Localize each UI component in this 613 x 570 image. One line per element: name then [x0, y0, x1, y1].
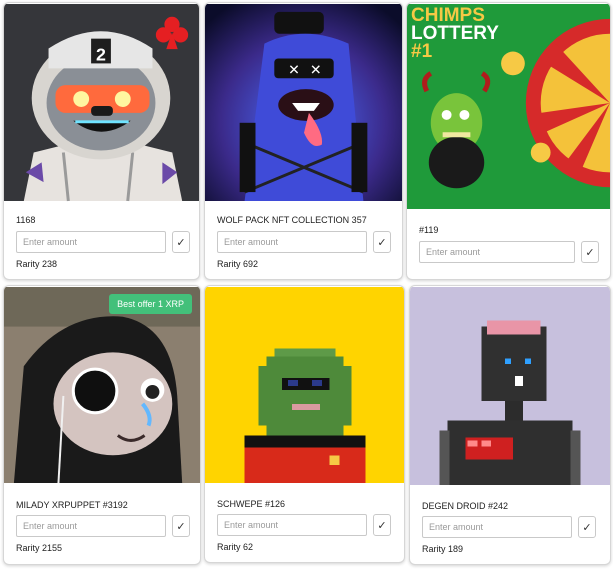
- confirm-button[interactable]: ✓: [581, 241, 599, 263]
- check-icon: ✓: [176, 236, 186, 249]
- schwepe-artwork: [205, 286, 404, 484]
- confirm-button[interactable]: ✓: [373, 514, 391, 536]
- club-suit-icon: [155, 16, 189, 50]
- rarity-label: Rarity 692: [217, 259, 259, 269]
- check-icon: ✓: [377, 236, 387, 249]
- amount-input[interactable]: [419, 241, 575, 263]
- confirm-button[interactable]: ✓: [172, 515, 190, 537]
- monster-artwork: ✕ ✕: [205, 4, 402, 202]
- svg-text:2: 2: [96, 44, 106, 64]
- nft-card-wolf-pack[interactable]: ✕ ✕ WOLF PACK NFT COLLECTION 357 ✓ Rarit…: [204, 2, 403, 280]
- nft-card-schwepe[interactable]: SCHWEPE #126 ✓ Rarity 62: [204, 285, 405, 563]
- svg-text:✕: ✕: [288, 61, 300, 77]
- amount-input[interactable]: [16, 515, 166, 537]
- rarity-label: Rarity 62: [217, 542, 254, 552]
- check-icon: ✓: [377, 519, 387, 532]
- amount-input[interactable]: [217, 231, 367, 253]
- nft-title: SCHWEPE #126: [217, 499, 286, 509]
- nft-card-degen-droid[interactable]: DEGEN DROID #242 ✓ Rarity 189: [409, 285, 611, 565]
- confirm-button[interactable]: ✓: [578, 516, 596, 538]
- nft-title: 1168: [16, 215, 36, 225]
- amount-input[interactable]: [422, 516, 572, 538]
- best-offer-badge[interactable]: Best offer 1 XRP: [109, 294, 192, 314]
- nft-title: MILADY XRPUPPET #3192: [16, 500, 128, 510]
- check-icon: ✓: [582, 521, 592, 534]
- nft-image-droid[interactable]: [410, 286, 610, 486]
- rarity-label: Rarity 189: [422, 544, 464, 554]
- nft-title: DEGEN DROID #242: [422, 501, 509, 511]
- confirm-button[interactable]: ✓: [373, 231, 391, 253]
- svg-text:✕: ✕: [310, 61, 322, 77]
- confirm-button[interactable]: ✓: [172, 231, 190, 253]
- rarity-label: Rarity 238: [16, 259, 58, 269]
- check-icon: ✓: [585, 246, 595, 259]
- droid-artwork: [410, 286, 610, 486]
- nft-title: WOLF PACK NFT COLLECTION 357: [217, 215, 367, 225]
- nft-image-milady[interactable]: Best offer 1 XRP: [4, 286, 200, 484]
- nft-image-chimps-lottery[interactable]: CHIMPS LOTTERY #1: [407, 3, 610, 210]
- nft-card-milady[interactable]: Best offer 1 XRP MILADY XRPUPPET #3192 ✓…: [3, 285, 201, 565]
- nft-image-schwepe[interactable]: [205, 286, 404, 484]
- amount-input[interactable]: [217, 514, 367, 536]
- nft-card-119[interactable]: CHIMPS LOTTERY #1 #119 ✓: [406, 2, 611, 280]
- amount-input[interactable]: [16, 231, 166, 253]
- nft-card-1168[interactable]: 2 1168 ✓ Rarity 238: [3, 2, 200, 280]
- milady-artwork: [4, 287, 200, 484]
- check-icon: ✓: [176, 520, 186, 533]
- image-text-number: #1: [411, 41, 433, 62]
- nft-image-raccoon[interactable]: 2: [4, 3, 199, 202]
- nft-image-monster[interactable]: ✕ ✕: [205, 3, 402, 202]
- rarity-label: Rarity 2155: [16, 543, 63, 553]
- nft-title: #119: [419, 225, 439, 235]
